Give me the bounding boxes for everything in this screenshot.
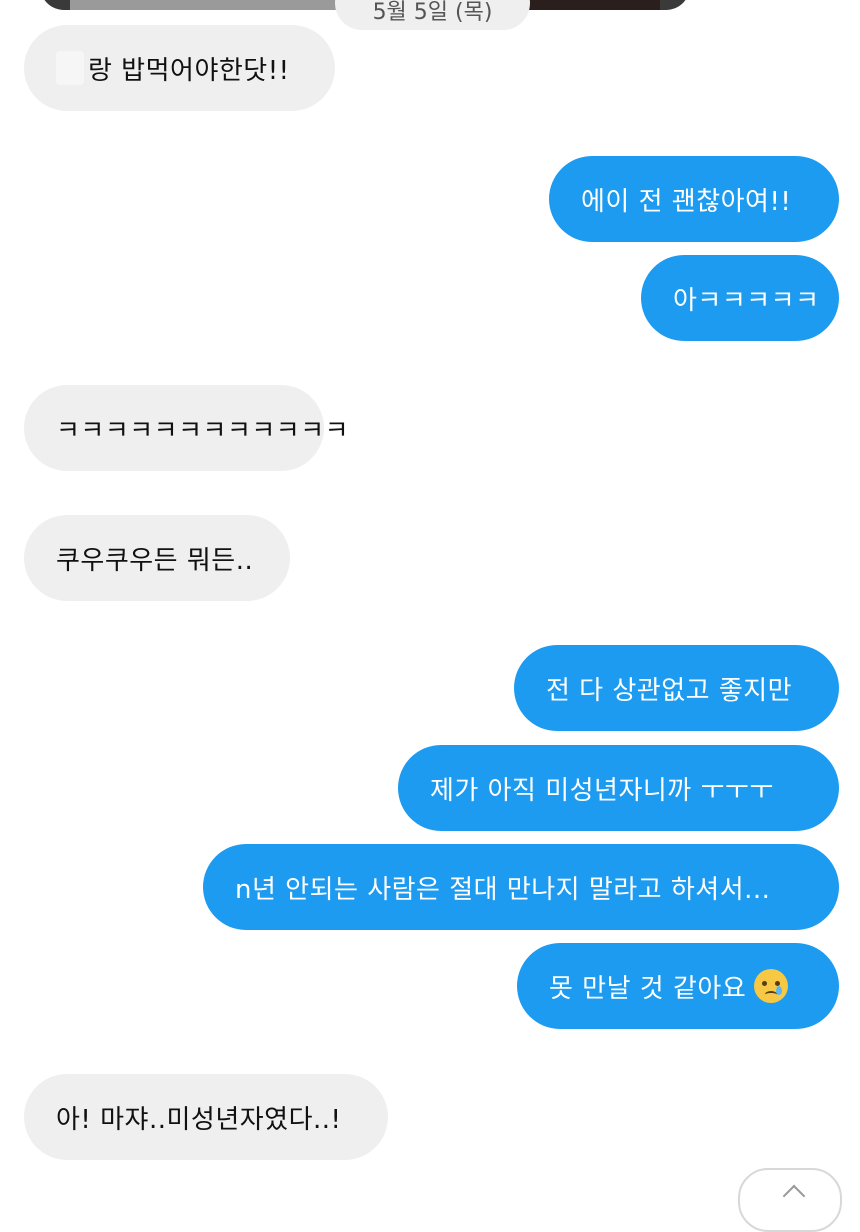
crying-face-emoji [754,969,789,1003]
image-dark-area [510,0,660,10]
date-label: 5월 5일 (목) [335,0,530,30]
redacted-name [56,51,84,85]
message-outgoing[interactable]: n년 안되는 사람은 절대 만나지 말라고 하셔서... [203,844,839,930]
message-text: 못 만날 것 같아요 [549,973,747,1004]
message-incoming[interactable]: ㅋㅋㅋㅋㅋㅋㅋㅋㅋㅋㅋㅋ [24,385,349,471]
message-text: n년 안되는 사람은 절대 만나지 말라고 하셔서... [235,874,771,905]
message-text: 에이 전 괜찮아여!! [581,186,792,217]
message-outgoing[interactable]: 제가 아직 미성년자니까 ㅜㅜㅜ [398,745,839,831]
message-outgoing[interactable]: 아ㅋㅋㅋㅋㅋ [641,255,839,341]
chevron-up-icon [782,1184,806,1208]
message-outgoing[interactable]: 전 다 상관없고 좋지만 [514,645,839,731]
message-incoming[interactable]: 랑 밥먹어야한닷!! [24,25,335,111]
message-text: 랑 밥먹어야한닷!! [88,55,290,86]
image-light-area [70,0,370,10]
message-text: 제가 아직 미성년자니까 ㅜㅜㅜ [430,775,774,806]
message-incoming[interactable]: 아! 마쟈..미성년자였다..! [24,1074,388,1160]
message-text: 아ㅋㅋㅋㅋㅋ [673,285,820,316]
message-text: 아! 마쟈..미성년자였다..! [56,1104,342,1135]
message-text: ㅋㅋㅋㅋㅋㅋㅋㅋㅋㅋㅋㅋ [56,415,350,446]
scroll-button[interactable] [738,1168,842,1232]
message-incoming[interactable]: 쿠우쿠우든 뭐든.. [24,515,290,601]
message-outgoing[interactable]: 에이 전 괜찮아여!! [549,156,839,242]
message-text: 쿠우쿠우든 뭐든.. [56,545,254,576]
message-outgoing[interactable]: 못 만날 것 같아요 [517,943,839,1029]
message-text: 전 다 상관없고 좋지만 [546,675,793,706]
